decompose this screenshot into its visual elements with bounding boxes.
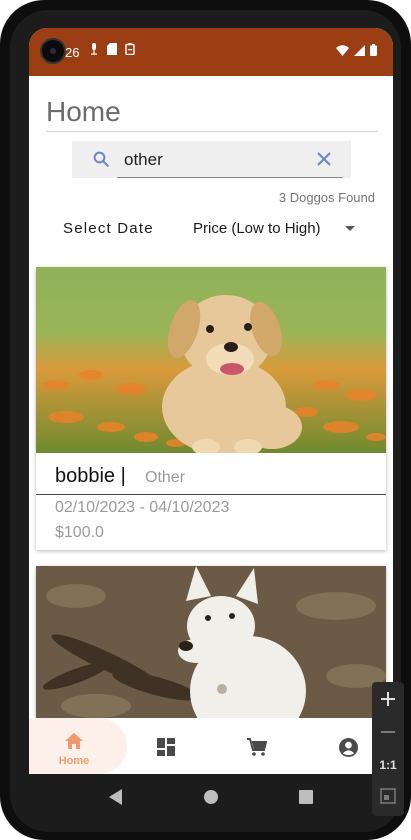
dog-name: bobbie | [55, 465, 126, 487]
home-button-icon[interactable] [204, 790, 218, 804]
search-input[interactable]: other [124, 150, 163, 170]
battery-saver-icon [125, 43, 135, 55]
signal-icon [354, 44, 365, 56]
search-input-underline [117, 177, 343, 178]
dog-photo-golden-puppy[interactable] [36, 267, 386, 453]
cart-icon [247, 738, 267, 756]
dog-photo-white-shepherd[interactable] [36, 566, 386, 726]
close-icon[interactable] [316, 151, 332, 167]
fit-screen-icon[interactable] [380, 788, 396, 804]
price: $100.0 [55, 524, 104, 541]
app-screen: 26 Home other 3 Doggos Found Select Date… [29, 28, 393, 774]
results-count: 3 Doggos Found [278, 190, 375, 205]
nav-home-label: Home [58, 755, 90, 767]
nav-cart[interactable] [211, 718, 303, 774]
sd-card-icon [107, 43, 117, 55]
zoom-ratio-button[interactable]: 1:1 [372, 758, 404, 772]
bottom-navigation: Home [29, 718, 393, 774]
search-bar[interactable]: other [72, 141, 351, 178]
title-divider [46, 131, 378, 132]
status-notification-icons [89, 43, 135, 55]
chevron-down-icon[interactable] [344, 225, 356, 232]
dashboard-icon [157, 738, 175, 756]
back-icon[interactable] [109, 789, 123, 805]
zoom-in-icon[interactable] [381, 692, 395, 706]
golden-puppy-illustration [36, 267, 386, 453]
name-divider [36, 494, 386, 495]
zoom-out-icon[interactable] [381, 730, 395, 734]
recents-icon[interactable] [299, 790, 313, 804]
status-bar: 26 [29, 28, 393, 76]
dog-card[interactable]: bobbie | Other 02/10/2023 - 04/10/2023 $… [36, 267, 386, 550]
system-navigation-bar [29, 774, 393, 824]
battery-icon [370, 44, 377, 56]
home-icon [65, 733, 83, 749]
status-time: 26 [65, 45, 80, 60]
page-title: Home [46, 96, 121, 127]
sort-dropdown[interactable]: Price (Low to High) [193, 220, 321, 237]
nav-dashboard[interactable] [121, 718, 213, 774]
wifi-icon [336, 44, 349, 56]
mic-icon [91, 43, 97, 55]
emulator-zoom-controls: 1:1 [372, 682, 404, 816]
availability-dates: 02/10/2023 - 04/10/2023 [55, 499, 230, 516]
dog-card[interactable] [36, 566, 386, 726]
status-system-icons [336, 44, 377, 56]
dog-breed: Other [145, 469, 186, 486]
nav-home[interactable]: Home [29, 718, 127, 774]
select-date-button[interactable]: Select Date [63, 220, 154, 237]
front-camera [40, 38, 66, 64]
search-icon [93, 151, 109, 167]
account-icon [339, 738, 358, 757]
